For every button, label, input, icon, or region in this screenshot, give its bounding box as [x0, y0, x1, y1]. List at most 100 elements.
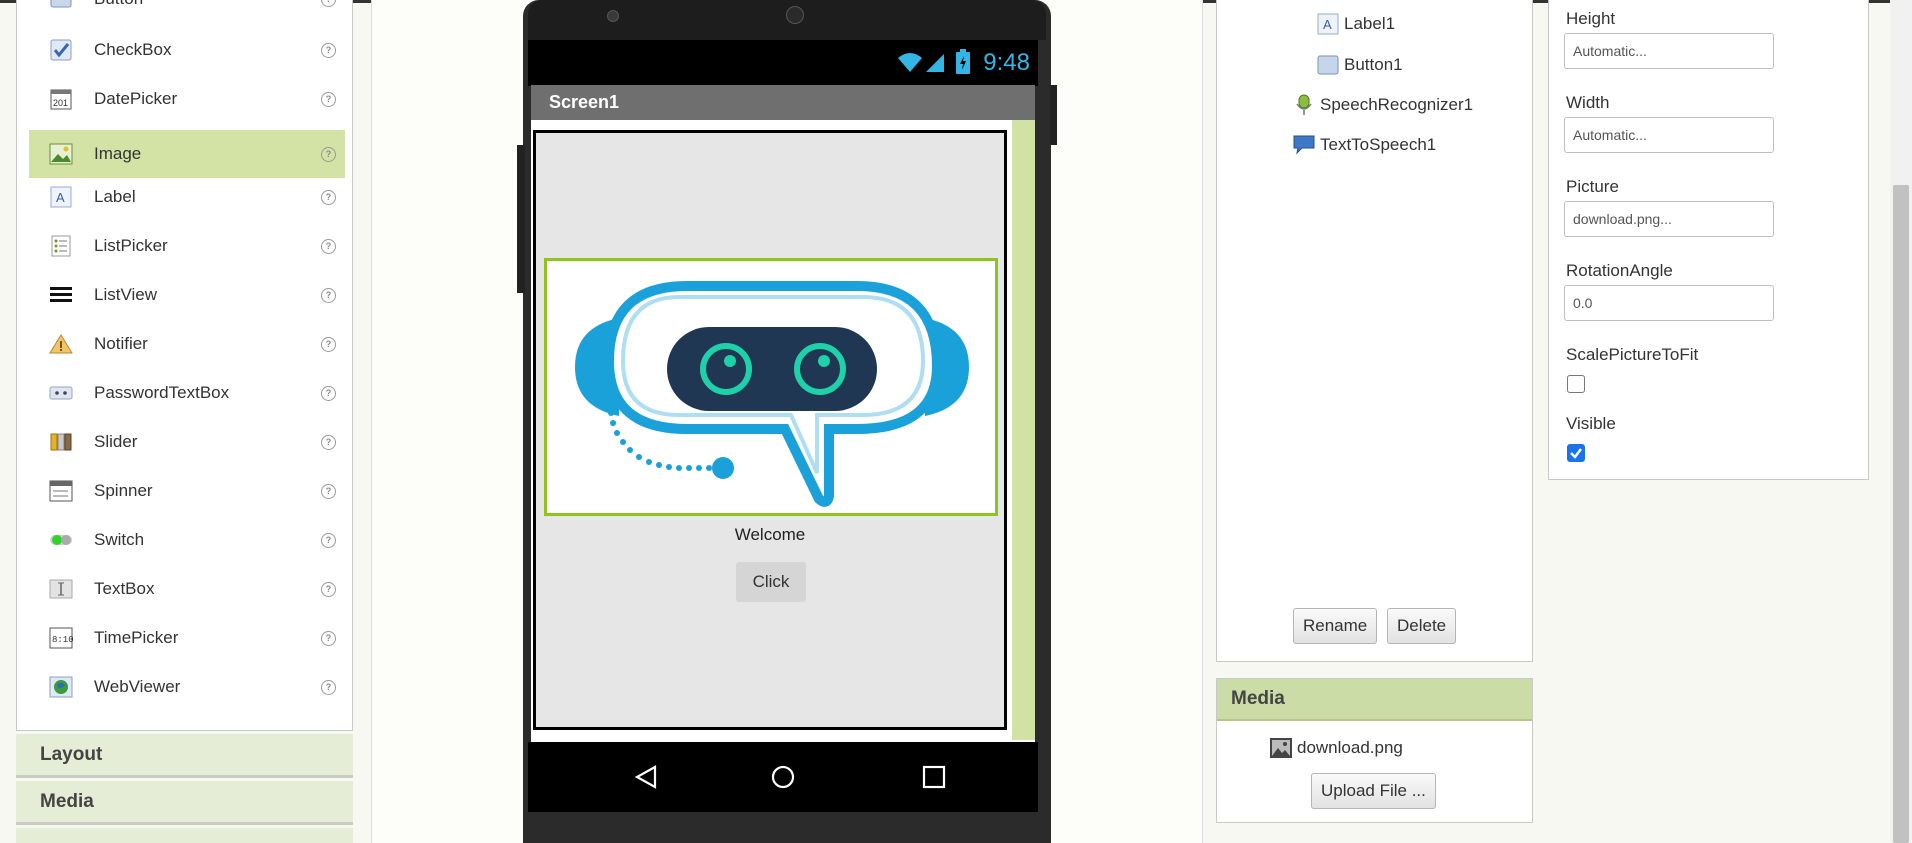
palette-item-notifier[interactable]: Notifier ? [29, 320, 345, 368]
help-icon[interactable]: ? [321, 336, 336, 352]
palette-item-label: TextBox [94, 579, 155, 598]
help-icon[interactable]: ? [321, 91, 336, 107]
media-file-name: download.png [1297, 738, 1403, 757]
rotation-angle-field[interactable] [1564, 285, 1774, 321]
palette-item-image[interactable]: Image ? [29, 130, 345, 178]
help-icon[interactable]: ? [321, 189, 336, 205]
picture-field[interactable] [1564, 201, 1774, 237]
help-icon[interactable]: ? [321, 532, 336, 548]
help-icon[interactable]: ? [321, 146, 336, 162]
media-header: Media [1217, 679, 1532, 721]
label-icon: A [1317, 13, 1339, 35]
help-icon[interactable]: ? [321, 42, 336, 58]
image-file-icon [1269, 736, 1293, 760]
help-icon[interactable]: ? [321, 0, 336, 7]
timepicker-icon: 8:10 [49, 626, 73, 650]
listview-icon [49, 283, 73, 307]
components-panel: A Label1 Button1 SpeechRecognizer1 TextT… [1216, 0, 1533, 662]
datepicker-icon: 201 [49, 87, 73, 111]
visible-checkbox[interactable] [1567, 444, 1585, 462]
palette-panel: Button ? CheckBox ? 201 DatePicker ? Ima… [16, 0, 353, 731]
palette-item-spinner[interactable]: Spinner ? [29, 467, 345, 515]
help-icon[interactable]: ? [321, 238, 336, 254]
help-icon[interactable]: ? [321, 679, 336, 695]
palette-section-media[interactable]: Media [16, 781, 353, 825]
palette-item-label: WebViewer [94, 677, 181, 696]
properties-panel: Height Width Picture RotationAngle Scale… [1548, 0, 1869, 480]
tree-item-speechrecognizer1[interactable]: SpeechRecognizer1 [1293, 94, 1473, 116]
tree-item-text: SpeechRecognizer1 [1320, 95, 1474, 114]
palette-item-label: Button [94, 0, 143, 9]
tree-item-button1[interactable]: Button1 [1317, 54, 1403, 76]
help-icon[interactable]: ? [321, 630, 336, 646]
visible-label: Visible [1566, 414, 1616, 433]
media-file-item[interactable]: download.png [1269, 736, 1403, 760]
phone-volume-button [517, 145, 525, 293]
palette-item-label: ListPicker [94, 236, 168, 255]
image-icon [49, 142, 73, 166]
notifier-icon [49, 332, 73, 356]
palette-item-checkbox[interactable]: CheckBox ? [29, 26, 345, 74]
palette-item-timepicker[interactable]: 8:10 TimePicker ? [29, 614, 345, 662]
palette-item-slider[interactable]: Slider ? [29, 418, 345, 466]
button-icon [1317, 54, 1339, 76]
palette-item-webviewer[interactable]: WebViewer ? [29, 663, 345, 711]
palette-item-label: DatePicker [94, 89, 178, 108]
rotation-angle-label: RotationAngle [1566, 261, 1673, 280]
image-component[interactable] [544, 258, 998, 516]
switch-icon [49, 528, 73, 552]
delete-button[interactable]: Delete [1387, 608, 1457, 644]
check-icon [1570, 448, 1582, 459]
palette-item-label: ListView [94, 285, 157, 304]
tree-item-text: Label1 [1344, 14, 1396, 33]
help-icon[interactable]: ? [321, 287, 336, 303]
phone-power-button [1050, 85, 1057, 145]
status-clock: 9:48 [983, 49, 1030, 76]
slider-icon [49, 430, 73, 454]
help-icon[interactable]: ? [321, 434, 336, 450]
svg-text:201: 201 [53, 98, 68, 108]
scale-picture-checkbox[interactable] [1567, 375, 1585, 393]
palette-item-label: Slider [94, 432, 138, 451]
status-bar: 9:48 [528, 40, 1038, 86]
palette-item-label: Label [94, 187, 136, 206]
home-icon[interactable] [770, 764, 796, 795]
svg-text:8:10: 8:10 [52, 635, 73, 645]
label-component[interactable]: Welcome [533, 525, 1007, 545]
palette-item-switch[interactable]: Switch ? [29, 516, 345, 564]
section-title: Layout [40, 743, 103, 765]
height-label: Height [1566, 9, 1616, 28]
palette-item-label[interactable]: A Label ? [29, 173, 345, 221]
palette-section-next [16, 828, 353, 843]
rename-button[interactable]: Rename [1293, 608, 1378, 644]
tree-item-texttospeech1[interactable]: TextToSpeech1 [1293, 134, 1436, 156]
palette-item-passwordtextbox[interactable]: PasswordTextBox ? [29, 369, 345, 417]
robot-logo-image [575, 281, 969, 507]
upload-file-button[interactable]: Upload File ... [1311, 773, 1436, 809]
help-icon[interactable]: ? [321, 483, 336, 499]
palette-item-listview[interactable]: ListView ? [29, 271, 345, 319]
text-to-speech-icon [1293, 134, 1315, 156]
tree-item-label1[interactable]: A Label1 [1317, 13, 1395, 35]
picture-label: Picture [1566, 177, 1619, 196]
recents-icon[interactable] [921, 764, 947, 795]
palette-section-layout[interactable]: Layout [16, 734, 353, 778]
palette-item-button[interactable]: Button ? [29, 0, 345, 23]
sensor-icon [786, 6, 804, 24]
palette-item-label: CheckBox [94, 40, 172, 59]
page-scrollbar-thumb[interactable] [1893, 185, 1909, 843]
label-icon: A [49, 185, 73, 209]
button-component[interactable]: Click [736, 562, 806, 602]
height-field[interactable] [1564, 33, 1774, 69]
palette-item-listpicker[interactable]: ListPicker ? [29, 222, 345, 270]
palette-item-label: PasswordTextBox [94, 383, 230, 402]
password-icon [49, 381, 73, 405]
screen-title-bar[interactable]: Screen1 [531, 85, 1035, 120]
palette-item-textbox[interactable]: TextBox ? [29, 565, 345, 613]
signal-icon [924, 50, 946, 79]
width-field[interactable] [1564, 117, 1774, 153]
back-icon[interactable] [633, 764, 659, 795]
palette-item-datepicker[interactable]: 201 DatePicker ? [29, 75, 345, 123]
help-icon[interactable]: ? [321, 581, 336, 597]
help-icon[interactable]: ? [321, 385, 336, 401]
